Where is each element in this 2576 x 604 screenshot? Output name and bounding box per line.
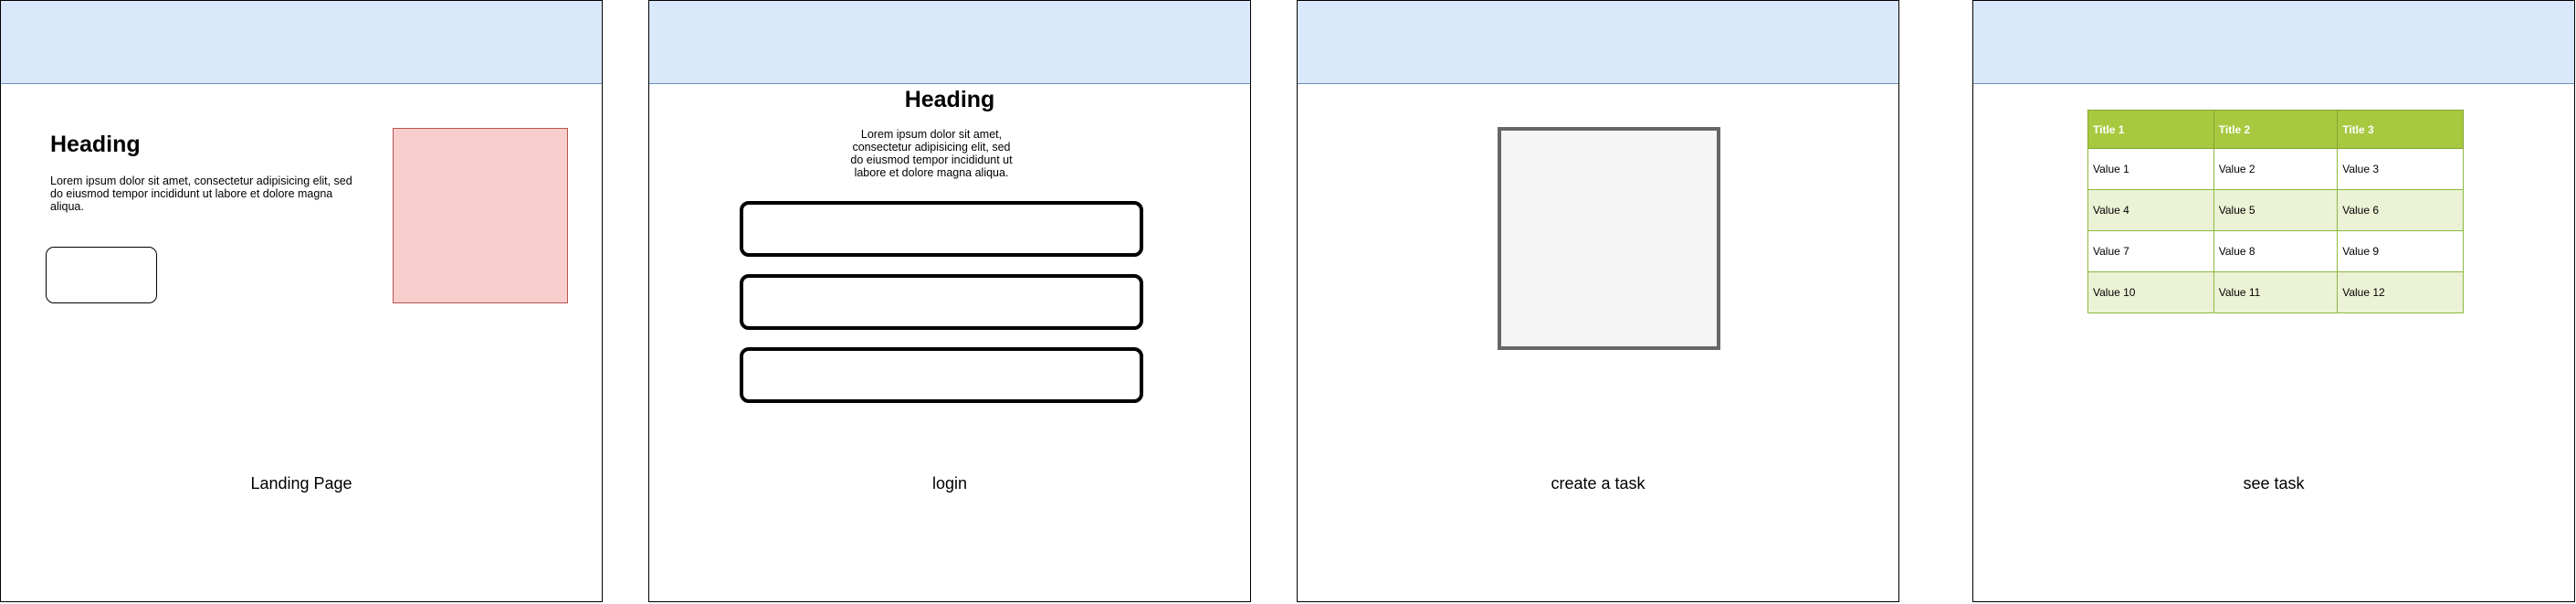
table-header-row: Title 1 Title 2 Title 3: [2087, 110, 2464, 149]
login-frame-label: login: [931, 474, 968, 493]
create-frame-label: create a task: [1551, 474, 1645, 493]
table-cell: Value 5: [2213, 189, 2339, 231]
table-cell: Value 4: [2087, 189, 2214, 231]
login-submit-button[interactable]: [740, 347, 1143, 403]
table-cell: Value 11: [2213, 271, 2339, 313]
table-row: Value 10 Value 11 Value 12: [2087, 271, 2464, 313]
table-cell: Value 12: [2337, 271, 2464, 313]
table-cell: Value 6: [2337, 189, 2464, 231]
table-cell: Value 2: [2213, 148, 2339, 190]
login-username-input[interactable]: [740, 201, 1143, 257]
table-cell: Value 8: [2213, 230, 2339, 272]
table-row: Value 7 Value 8 Value 9: [2087, 230, 2464, 272]
landing-cta-button[interactable]: [46, 247, 157, 303]
create-header-bar: [1298, 1, 1898, 84]
table-cell: Value 3: [2337, 148, 2464, 190]
login-header-bar: [649, 1, 1250, 84]
landing-page-frame: Heading Lorem ipsum dolor sit amet, cons…: [0, 0, 603, 602]
task-input-box[interactable]: [1498, 127, 1720, 350]
login-password-input[interactable]: [740, 274, 1143, 330]
landing-image-placeholder: [393, 128, 568, 303]
table-cell: Value 1: [2087, 148, 2214, 190]
see-task-frame: Title 1 Title 2 Title 3 Value 1 Value 2 …: [1972, 0, 2575, 602]
landing-frame-label: Landing Page: [250, 474, 352, 493]
see-frame-label: see task: [2243, 474, 2305, 493]
table-header-cell: Title 2: [2213, 110, 2339, 149]
table-row: Value 1 Value 2 Value 3: [2087, 148, 2464, 190]
login-body-text: Lorem ipsum dolor sit amet, consectetur …: [850, 128, 1013, 179]
table-cell: Value 10: [2087, 271, 2214, 313]
table-cell: Value 9: [2337, 230, 2464, 272]
table-cell: Value 7: [2087, 230, 2214, 272]
login-heading: Heading: [904, 87, 995, 112]
landing-header-bar: [1, 1, 602, 84]
login-frame: Heading Lorem ipsum dolor sit amet, cons…: [648, 0, 1251, 602]
table-header-cell: Title 1: [2087, 110, 2214, 149]
create-task-frame: create a task: [1297, 0, 1899, 602]
see-header-bar: [1973, 1, 2574, 84]
table-row: Value 4 Value 5 Value 6: [2087, 189, 2464, 231]
table-header-cell: Title 3: [2337, 110, 2464, 149]
task-table: Title 1 Title 2 Title 3 Value 1 Value 2 …: [2087, 110, 2464, 313]
landing-body-text: Lorem ipsum dolor sit amet, consectetur …: [50, 175, 352, 213]
landing-heading: Heading: [50, 132, 141, 157]
